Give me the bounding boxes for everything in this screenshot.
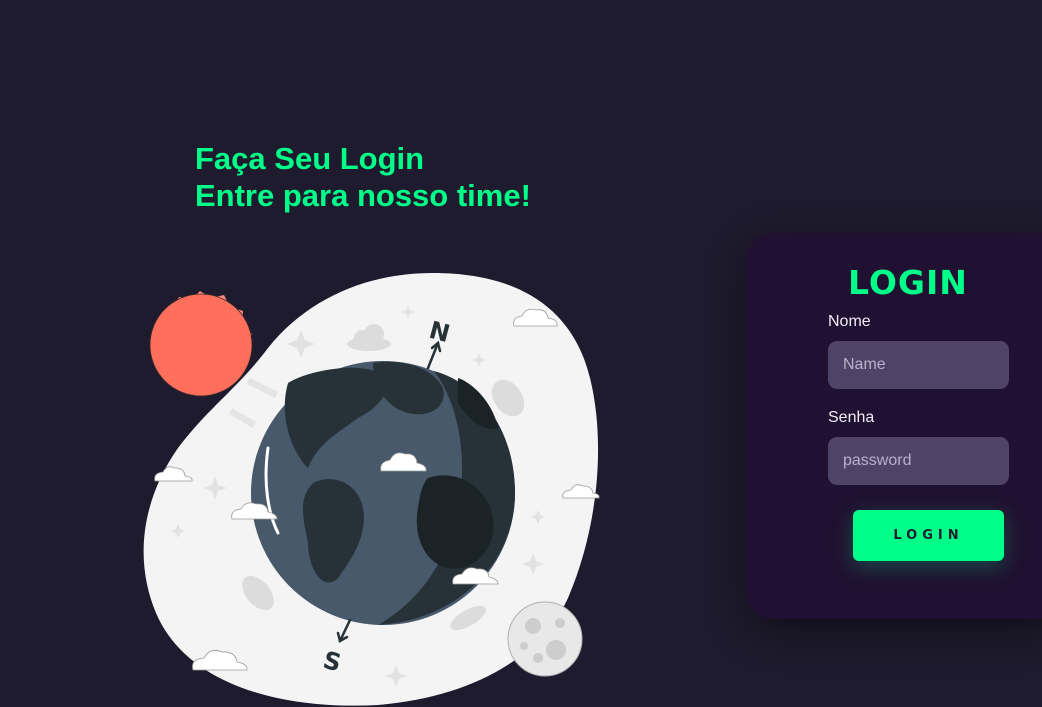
login-card: LOGIN Nome Senha LOGIN [746,233,1042,619]
login-title: LOGIN [848,263,968,302]
password-label: Senha [828,409,875,426]
password-input[interactable] [828,437,1009,485]
name-input[interactable] [828,341,1009,389]
hero-line-2: Entre para nosso time! [195,178,531,213]
globe-illustration: N S [143,273,600,706]
moon-icon [507,601,583,677]
hero-line-1: Faça Seu Login [195,141,425,176]
sun-icon [149,291,253,397]
hero-heading: Faça Seu Login Entre para nosso time! [195,140,531,214]
login-button[interactable]: LOGIN [853,510,1004,561]
globe-icon [251,361,515,625]
login-page: Faça Seu Login Entre para nosso time! N … [0,0,1042,707]
name-label: Nome [828,313,871,330]
